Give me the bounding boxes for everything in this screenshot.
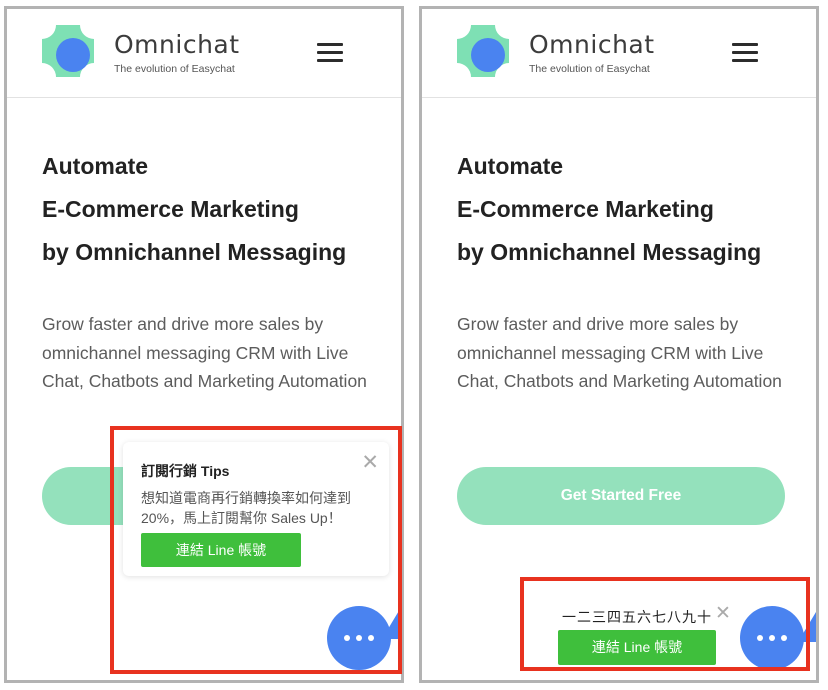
chat-dots-icon	[740, 606, 804, 670]
hero-title-line: by Omnichannel Messaging	[42, 239, 347, 265]
hero-title: Automate E-Commerce Marketing by Omnicha…	[42, 145, 346, 274]
hero-description: Grow faster and drive more sales by omni…	[42, 314, 367, 391]
site-header: Omnichat The evolution of Easychat	[422, 9, 816, 98]
omnichat-logo-icon[interactable]	[457, 25, 509, 77]
get-started-button[interactable]: Get Started Free	[457, 467, 785, 525]
left-phone-screen: Omnichat The evolution of Easychat Autom…	[4, 6, 404, 683]
hero-title-line: by Omnichannel Messaging	[457, 239, 762, 265]
hero-description: Grow faster and drive more sales by omni…	[457, 314, 782, 391]
connect-line-button[interactable]: 連結 Line 帳號	[558, 630, 716, 665]
omnichat-logo-icon[interactable]	[42, 25, 94, 77]
chat-bubble-tail	[798, 612, 816, 642]
connect-line-button[interactable]: 連結 Line 帳號	[141, 533, 301, 567]
chat-bubble-tail	[382, 609, 400, 639]
close-icon[interactable]: ✕	[715, 602, 731, 625]
hero-title-line: Automate	[42, 153, 149, 179]
chat-launcher-button[interactable]	[740, 606, 804, 670]
site-header: Omnichat The evolution of Easychat	[7, 9, 401, 98]
hamburger-menu-icon[interactable]	[732, 43, 758, 62]
popup-title: 一二三四五六七八九十	[562, 609, 712, 625]
brand-name: Omnichat	[114, 30, 240, 59]
brand-name: Omnichat	[529, 30, 655, 59]
line-connect-popup: 一二三四五六七八九十 ✕ 連結 Line 帳號	[550, 592, 740, 674]
right-phone-screen: Omnichat The evolution of Easychat Autom…	[419, 6, 819, 683]
hero-title-line: E-Commerce Marketing	[42, 196, 299, 222]
popup-body: 想知道電商再行銷轉換率如何達到 20%，馬上訂閱幫你 Sales Up！	[141, 490, 351, 526]
subscribe-popup: 訂閱行銷 Tips ✕ 想知道電商再行銷轉換率如何達到 20%，馬上訂閱幫你 S…	[123, 442, 389, 576]
hero-title: Automate E-Commerce Marketing by Omnicha…	[457, 145, 761, 274]
hero-title-line: E-Commerce Marketing	[457, 196, 714, 222]
brand-tagline: The evolution of Easychat	[114, 63, 235, 75]
close-icon[interactable]: ✕	[361, 451, 379, 475]
popup-title: 訂閱行銷 Tips	[141, 463, 230, 479]
hamburger-menu-icon[interactable]	[317, 43, 343, 62]
brand-tagline: The evolution of Easychat	[529, 63, 650, 75]
hero-title-line: Automate	[457, 153, 564, 179]
